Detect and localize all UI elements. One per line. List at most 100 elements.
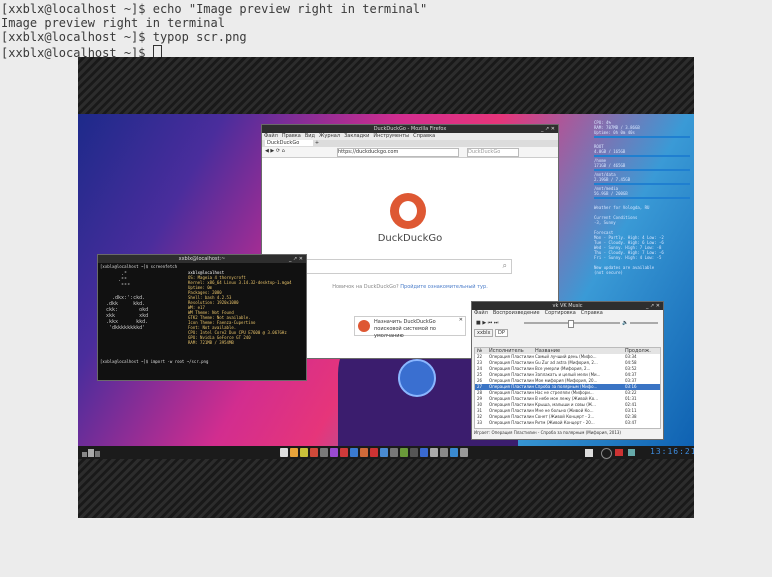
promo-label: Новичок на DuckDuckGo? (332, 284, 399, 290)
firefox-titlebar: DuckDuckGo - Mozilla Firefox _ ↗ ✕ (262, 125, 558, 133)
start-menu-icon[interactable] (82, 448, 100, 457)
menu-item[interactable]: Закладки (344, 133, 369, 139)
taskbar-app-icon[interactable] (280, 448, 288, 457)
taskbar-app-icon[interactable] (360, 448, 368, 457)
default-search-notice[interactable]: Назначить DuckDuckGo поисковой системой … (354, 316, 466, 339)
player-controls: ■ ▶ ⏮ ⏭ 🔈 (472, 317, 663, 329)
tray-icon[interactable] (585, 449, 593, 457)
playlist-table: № Исполнитель Название Продолж. 22 Операция … (474, 347, 661, 429)
taskbar-app-icon[interactable] (330, 448, 338, 457)
terminal-line: [xxblx@localhost ~]$ typop scr.png (1, 30, 247, 44)
tray-network-icon[interactable] (628, 449, 635, 456)
firefox-menubar: Файл Правка Вид Журнал Закладки Инструменты Сп… (262, 133, 558, 140)
terminal-line: [xxblx@localhost ~]$ echo "Image preview… (1, 2, 428, 16)
conky-line: (not secure) (594, 270, 623, 275)
playlist-rows: 22 Операция Пластилин Самый лучший день (М… (475, 354, 660, 426)
window-controls-icon[interactable]: _ ↗ ✕ (646, 302, 660, 310)
preview-border-bottom (78, 459, 694, 518)
tab-playlist[interactable]: xxblx (474, 329, 494, 337)
promo-link[interactable]: Пройдите ознакомительный тур. (400, 284, 488, 290)
preview-border-top (78, 57, 694, 114)
screenfetch-info: xxblx@localhost OS: Mageia 4 thornycroft K… (188, 270, 306, 345)
menu-item[interactable]: Правка (282, 133, 301, 139)
menu-item[interactable]: Инструменты (373, 133, 409, 139)
conky-line: 4.0GB / 165GB (594, 149, 626, 154)
taskbar-app-icon[interactable] (420, 448, 428, 457)
volume-slider[interactable] (630, 322, 658, 324)
conky-line: 171GB / 465GB (594, 163, 626, 168)
firefox-toolbar: ◀ ▶ ⟳ ⌂ https://duckduckgo.com DuckDuckG… (262, 147, 558, 158)
wallpaper-badge (398, 359, 436, 397)
menu-item[interactable]: Журнал (319, 133, 340, 139)
notice-logo-icon (358, 320, 370, 332)
ddg-search-box[interactable]: ⌕ (300, 259, 512, 274)
table-cell: Операция Пластилин (489, 420, 535, 425)
taskbar-app-icon[interactable] (340, 448, 348, 457)
playback-buttons-icon[interactable]: ■ ▶ ⏮ ⏭ (476, 320, 498, 327)
window-title: vk VK Music (552, 303, 583, 309)
conky-bar (594, 136, 690, 138)
tab-playlist[interactable]: DP (495, 329, 508, 337)
back-icon[interactable]: ◀ ▶ ⟳ ⌂ (265, 148, 285, 155)
player-tabs: xxblx DP (472, 329, 663, 338)
taskbar-app-icon[interactable] (390, 448, 398, 457)
tab-duckduckgo[interactable]: DuckDuckGo (265, 140, 314, 146)
close-icon[interactable]: ✕ (459, 317, 463, 324)
taskbar-app-icon[interactable] (400, 448, 408, 457)
menu-item[interactable]: Справка (413, 133, 435, 139)
xterm-window[interactable]: xxblx@localhost:~ _ ↗ ✕ [xxblx@localhost … (97, 254, 307, 381)
screenfetch-line: RAM: 721MB / 3954MB (188, 340, 234, 345)
taskbar-app-icon[interactable] (410, 448, 418, 457)
xterm-line[interactable]: [xxblx@localhost ~]$ import -w root ~/sc… (100, 359, 304, 364)
window-title: DuckDuckGo - Mozilla Firefox (373, 126, 447, 132)
volume-icon[interactable]: 🔈 (622, 320, 628, 327)
search-icon[interactable]: ⌕ (503, 261, 507, 271)
menu-item[interactable]: Файл (264, 133, 278, 139)
conky-monitor: CPU: 4% RAM: 787MB / 3.86GB Uptime: 0h 0m … (594, 120, 690, 275)
url-input[interactable]: https://duckduckgo.com (337, 148, 459, 157)
search-input[interactable]: DuckDuckGo (467, 148, 519, 157)
conky-bar (594, 169, 690, 171)
window-controls-icon[interactable]: _ ↗ ✕ (289, 255, 303, 263)
menu-item[interactable]: Вид (305, 133, 315, 139)
conky-bar (594, 183, 690, 185)
taskbar-app-icon[interactable] (460, 448, 468, 457)
table-row[interactable]: 33 Операция Пластилин Ритм (Живой Концерт … (475, 420, 660, 426)
desktop-wallpaper: CPU: 4% RAM: 787MB / 3.86GB Uptime: 0h 0m … (78, 114, 694, 459)
taskbar-app-icon[interactable] (380, 448, 388, 457)
logo-text: DuckDuckGo (377, 233, 443, 244)
duckduckgo-logo-icon (390, 193, 426, 229)
menu-item[interactable]: Справка (581, 310, 603, 316)
taskbar-app-icon[interactable] (450, 448, 458, 457)
taskbar-app-icon[interactable] (370, 448, 378, 457)
conky-line: Uptime: 0h 0m 40s (594, 130, 635, 135)
taskbar-app-icon[interactable] (290, 448, 298, 457)
seek-slider[interactable] (524, 320, 620, 328)
notice-text: Назначить DuckDuckGo (374, 319, 436, 325)
taskbar: 13:16:21 (78, 446, 694, 459)
tray-flag-icon[interactable] (615, 449, 623, 456)
taskbar-app-icon[interactable] (300, 448, 308, 457)
taskbar-app-icon[interactable] (310, 448, 318, 457)
menu-item[interactable]: Сортировка (545, 310, 576, 316)
taskbar-clock: 13:16:21 (650, 447, 694, 456)
window-controls-icon[interactable]: _ ↗ ✕ (541, 125, 555, 133)
xterm-content: [xxblx@localhost ~]$ screenfetch .° .°° … (98, 263, 306, 365)
music-player-window[interactable]: vk VK Music _ ↗ ✕ Файл Воспроизведение Сорт… (471, 301, 664, 440)
taskbar-app-icon[interactable] (440, 448, 448, 457)
table-cell: Ритм (Живой Концерт - 20... (535, 420, 595, 425)
taskbar-app-icon[interactable] (320, 448, 328, 457)
player-status: Играет: Операция Пластилин - Спроба за п… (474, 430, 621, 435)
window-title: xxblx@localhost:~ (178, 256, 226, 262)
xterm-titlebar: xxblx@localhost:~ _ ↗ ✕ (98, 255, 306, 263)
taskbar-app-icon[interactable] (350, 448, 358, 457)
image-preview: CPU: 4% RAM: 787MB / 3.86GB Uptime: 0h 0m … (78, 57, 694, 518)
taskbar-app-icon[interactable] (430, 448, 438, 457)
new-tab-icon[interactable]: + (315, 140, 319, 146)
menu-item[interactable]: Воспроизведение (493, 310, 540, 316)
player-titlebar: vk VK Music _ ↗ ✕ (472, 302, 663, 310)
table-cell: 03:47 (625, 420, 637, 425)
tray-clock-icon[interactable] (601, 448, 612, 459)
menu-item[interactable]: Файл (474, 310, 488, 316)
conky-bar (594, 155, 690, 157)
